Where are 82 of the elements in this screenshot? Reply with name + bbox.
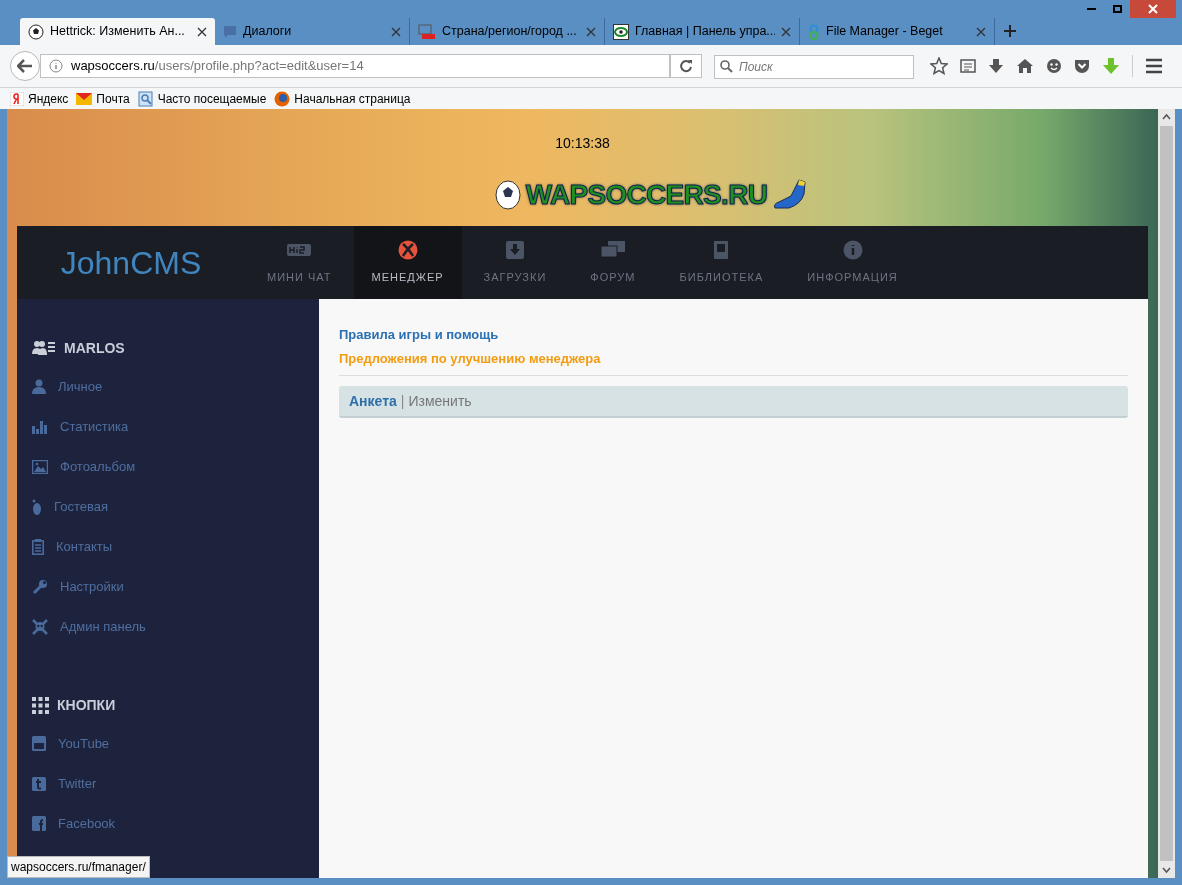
sidebar-link[interactable]: Фотоальбом (32, 455, 319, 478)
figure-eight-icon (808, 23, 820, 40)
bookmark-link[interactable]: Начальная страница (274, 89, 411, 108)
close-icon (197, 26, 207, 37)
t-square-icon (32, 776, 46, 791)
info-icon (842, 239, 863, 262)
star-icon[interactable] (930, 57, 948, 75)
sidebar-link[interactable]: Гостевая (32, 495, 319, 518)
close-icon (976, 26, 986, 37)
picture-icon (32, 459, 48, 474)
bar-chart-icon (32, 419, 48, 434)
status-url: wapsoccers.ru/fmanager/ (7, 856, 150, 878)
chat-icon (223, 24, 237, 39)
book-icon (713, 239, 730, 262)
site-brand[interactable]: JohnCMS (60, 238, 202, 287)
sidebar-link[interactable]: Личное (32, 375, 319, 398)
wrench-icon (32, 578, 48, 595)
close-icon (1148, 4, 1158, 14)
letter-icon (10, 91, 24, 106)
menu-icon[interactable] (1145, 58, 1163, 74)
skull-icon (32, 618, 48, 635)
x-circle-icon (397, 239, 418, 262)
bookmark-link[interactable]: Почта (76, 89, 130, 108)
sidebar-link[interactable]: YouTube (32, 732, 319, 755)
user-icon (32, 379, 46, 394)
smiley-icon[interactable] (1046, 58, 1062, 74)
section-heading: MARLOS (64, 338, 125, 358)
nav-tab[interactable]: МИНИ ЧАТ (245, 226, 354, 299)
back-arrow-icon (17, 59, 33, 73)
browser-tab[interactable]: Hettrick: Изменить Ан... (20, 18, 215, 45)
eye-icon (613, 23, 629, 40)
close-icon (391, 26, 401, 37)
breadcrumb-separator: | (400, 391, 405, 411)
breadcrumb-link[interactable]: Анкета (349, 390, 397, 412)
page-search-icon (137, 90, 154, 107)
page-link[interactable]: Предложения по улучшению менеджера (339, 348, 1128, 368)
pocket-icon[interactable] (1074, 58, 1090, 74)
sidebar-link[interactable]: Статистика (32, 415, 319, 438)
soccer-ball-icon (493, 180, 522, 210)
users-icon (32, 340, 56, 356)
nav-tab[interactable]: ИНФОРМАЦИЯ (785, 226, 920, 299)
download-icon[interactable] (988, 58, 1004, 74)
soccer-ball-icon (28, 23, 44, 40)
reload-icon (679, 59, 693, 73)
search-icon (720, 59, 733, 73)
clipboard-icon (32, 538, 44, 555)
url-text: wapsoccers.ru/users/profile.php?act=edit&user=14 (71, 57, 364, 76)
envelope-icon (76, 91, 93, 106)
clock-time: 10:13:38 (555, 134, 610, 153)
back-button[interactable] (10, 51, 40, 81)
search-field[interactable]: Поиск (714, 54, 914, 79)
sidebar-link[interactable]: Twitter (32, 772, 319, 795)
grid-icon (32, 696, 49, 714)
globe-icon (274, 90, 291, 107)
reading-list-icon[interactable] (960, 58, 976, 74)
nav-tab[interactable]: ФОРУМ (568, 226, 658, 299)
bookmark-link[interactable]: Часто посещаемые (137, 89, 267, 108)
facebook-f-icon (32, 816, 46, 831)
sidebar-link[interactable]: Facebook (32, 812, 319, 835)
nav-tab[interactable]: МЕНЕДЖЕР (353, 226, 462, 299)
scrollbar[interactable] (1158, 109, 1175, 878)
nav-tab[interactable]: БИБЛИОТЕКА (657, 226, 786, 299)
sidebar-link[interactable]: Контакты (32, 535, 319, 558)
footprint-icon (32, 498, 42, 515)
nav-tab[interactable]: ЗАГРУЗКИ (461, 226, 569, 299)
new-tab-icon[interactable] (1003, 24, 1017, 38)
close-icon (781, 26, 791, 37)
address-bar[interactable]: wapsoccers.ru/users/profile.php?act=edit&user=14 (40, 54, 670, 78)
section-heading: КНОПКИ (57, 695, 116, 715)
info-icon (49, 59, 63, 73)
close-icon (586, 26, 596, 37)
home-icon[interactable] (1016, 58, 1034, 74)
bookmark-link[interactable]: Яндекс (10, 89, 69, 108)
breadcrumb-current: Изменить (408, 391, 472, 411)
reload-button[interactable] (670, 54, 702, 78)
page-link[interactable]: Правила игры и помощь (339, 325, 1128, 345)
video-square-icon (32, 736, 46, 751)
close-button[interactable] (1130, 0, 1176, 18)
site-logo: WAPSOCCERS.RU (493, 174, 812, 216)
sidebar-link[interactable]: Настройки (32, 575, 319, 598)
sidebar-link[interactable]: Админ панель (32, 615, 319, 638)
download-box-icon (504, 239, 525, 262)
